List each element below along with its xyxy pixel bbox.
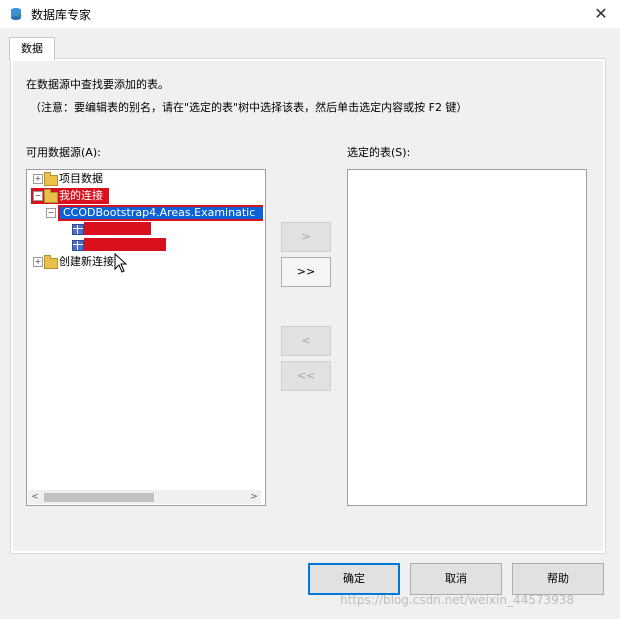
close-button[interactable]: ✕	[590, 3, 612, 25]
table-icon	[72, 240, 84, 251]
redaction-box	[84, 238, 166, 251]
tree-item-label: 创建新连接	[59, 255, 114, 268]
tree-item-project-data[interactable]: + 项目数据	[27, 171, 263, 187]
watermark: https://blog.csdn.net/weixin_44573938	[340, 593, 575, 607]
scrollbar-thumb[interactable]	[44, 493, 154, 502]
table-icon	[72, 224, 84, 235]
collapse-icon[interactable]: −	[46, 208, 56, 218]
cancel-button[interactable]: 取消	[410, 563, 502, 595]
add-all-tables-button[interactable]: >>	[281, 257, 331, 287]
selected-tables-tree[interactable]	[347, 169, 587, 506]
scroll-left-button[interactable]: <	[28, 490, 42, 504]
collapse-icon[interactable]: −	[33, 191, 43, 201]
expand-icon[interactable]: +	[33, 257, 43, 267]
tree-item-my-connections[interactable]: − 我的连接	[27, 188, 263, 204]
horizontal-scrollbar[interactable]: < >	[28, 490, 261, 504]
window-title: 数据库专家	[31, 8, 92, 22]
expand-icon[interactable]: +	[33, 174, 43, 184]
folder-icon	[44, 189, 58, 203]
tree-item-label: 我的连接	[59, 189, 103, 202]
database-expert-icon	[11, 8, 22, 20]
instruction-note: （注意：要编辑表的别名，请在"选定的表"树中选择该表，然后单击选定内容或按 F2…	[30, 101, 468, 114]
tree-item-connection[interactable]: − CCODBootstrap4.Areas.Examinatic	[27, 205, 263, 221]
remove-table-button[interactable]: <	[281, 326, 331, 356]
title-bar: 数据库专家 ✕	[0, 0, 620, 28]
tree-item-label: CCODBootstrap4.Areas.Examinatic	[63, 206, 256, 219]
available-sources-tree[interactable]: + 项目数据 − 我的连接 − CCODBootstrap4.Areas.Exa…	[26, 169, 266, 506]
selected-tables-label: 选定的表(S):	[347, 146, 411, 159]
tree-item-create-connection[interactable]: + 创建新连接	[27, 254, 263, 270]
scroll-right-button[interactable]: >	[247, 490, 261, 504]
tree-item-table[interactable]	[27, 221, 263, 237]
redaction-box	[84, 222, 151, 235]
folder-icon	[44, 172, 58, 186]
remove-all-tables-button[interactable]: <<	[281, 361, 331, 391]
ok-button[interactable]: 确定	[308, 563, 400, 595]
folder-icon	[44, 255, 58, 269]
add-table-button[interactable]: >	[281, 222, 331, 252]
tree-item-table[interactable]	[27, 237, 263, 253]
instruction-text: 在数据源中查找要添加的表。	[26, 78, 169, 91]
tree-item-label: 项目数据	[59, 172, 103, 185]
mouse-cursor-icon	[114, 253, 128, 273]
available-sources-label: 可用数据源(A):	[26, 146, 101, 159]
tab-data[interactable]: 数据	[9, 37, 55, 60]
help-button[interactable]: 帮助	[512, 563, 604, 595]
